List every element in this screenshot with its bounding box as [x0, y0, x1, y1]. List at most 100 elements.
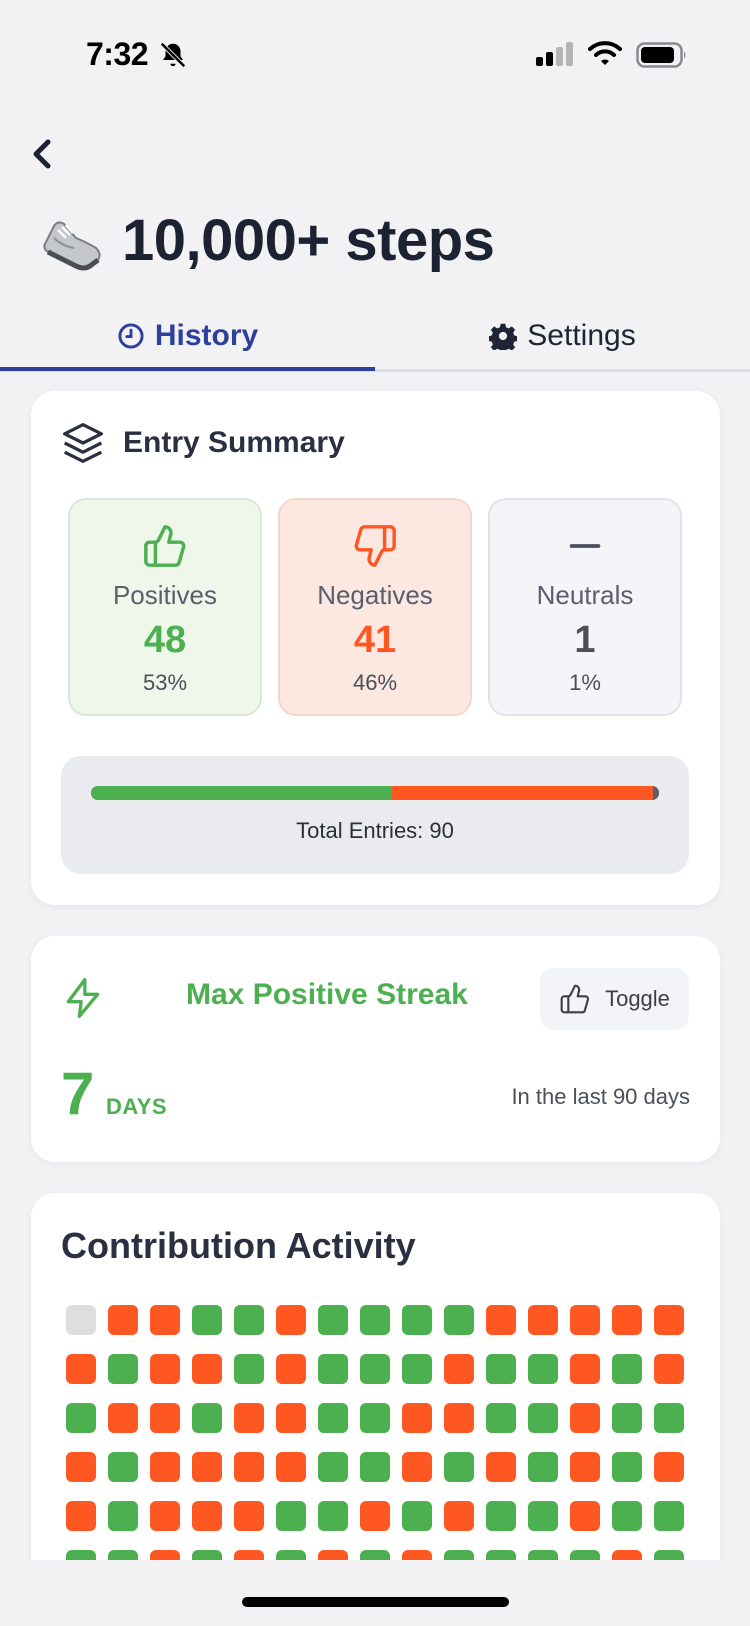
contribution-cell-negative[interactable] [444, 1403, 474, 1433]
contribution-cell-negative[interactable] [486, 1305, 516, 1335]
contribution-cell-negative[interactable] [654, 1452, 684, 1482]
lightning-icon [66, 978, 100, 1018]
contribution-cell-negative[interactable] [360, 1501, 390, 1531]
contribution-cell-positive[interactable] [654, 1403, 684, 1433]
contribution-cell-negative[interactable] [654, 1305, 684, 1335]
contribution-cell-positive[interactable] [612, 1403, 642, 1433]
contribution-cell-positive[interactable] [402, 1354, 432, 1384]
contribution-cell-positive[interactable] [234, 1354, 264, 1384]
contribution-cell-positive[interactable] [192, 1305, 222, 1335]
contribution-cell-negative[interactable] [66, 1354, 96, 1384]
clock-icon [118, 323, 144, 349]
contribution-cell-positive[interactable] [444, 1452, 474, 1482]
negatives-label: Negatives [317, 580, 433, 610]
contribution-cell-negative[interactable] [570, 1305, 600, 1335]
thumbs-down-icon [354, 525, 396, 567]
contribution-cell-negative[interactable] [402, 1403, 432, 1433]
layers-icon [63, 423, 103, 463]
contribution-cell-negative[interactable] [108, 1403, 138, 1433]
contribution-cell-negative[interactable] [276, 1452, 306, 1482]
entry-summary-header: Entry Summary [61, 421, 345, 465]
contribution-cell-positive[interactable] [528, 1403, 558, 1433]
contribution-cell-positive[interactable] [528, 1501, 558, 1531]
contribution-cell-positive[interactable] [402, 1501, 432, 1531]
status-time: 7:32 [86, 36, 149, 72]
progress-positive-segment [91, 786, 393, 800]
contribution-cell-positive[interactable] [486, 1403, 516, 1433]
tab-bar: History Settings [0, 300, 750, 372]
contribution-cell-negative[interactable] [192, 1354, 222, 1384]
contribution-cell-positive[interactable] [66, 1403, 96, 1433]
contribution-cell-positive[interactable] [612, 1452, 642, 1482]
active-tab-indicator [0, 367, 375, 371]
contribution-cell-positive[interactable] [318, 1305, 348, 1335]
contribution-cell-negative[interactable] [570, 1354, 600, 1384]
negatives-stat: Negatives 41 46% [278, 498, 472, 716]
contribution-cell-positive[interactable] [360, 1403, 390, 1433]
contribution-card: Contribution Activity [31, 1193, 720, 1593]
contribution-cell-negative[interactable] [192, 1501, 222, 1531]
thumbs-up-icon [560, 984, 590, 1014]
contribution-cell-positive[interactable] [402, 1305, 432, 1335]
contribution-cell-positive[interactable] [612, 1501, 642, 1531]
contribution-cell-positive[interactable] [318, 1403, 348, 1433]
contribution-cell-positive[interactable] [108, 1354, 138, 1384]
neutrals-stat: Neutrals 1 1% [488, 498, 682, 716]
contribution-cell-negative[interactable] [402, 1452, 432, 1482]
contribution-cell-negative[interactable] [276, 1305, 306, 1335]
streak-title: Max Positive Streak [186, 978, 468, 1011]
progress-neutral-segment [653, 786, 659, 800]
tab-history[interactable]: History [0, 300, 375, 372]
contribution-cell-positive[interactable] [318, 1501, 348, 1531]
contribution-cell-empty[interactable] [66, 1305, 96, 1335]
contribution-cell-negative[interactable] [276, 1403, 306, 1433]
contribution-cell-negative[interactable] [486, 1452, 516, 1482]
contribution-cell-positive[interactable] [192, 1403, 222, 1433]
contribution-cell-positive[interactable] [360, 1354, 390, 1384]
total-entries-label: Total Entries: 90 [296, 818, 454, 843]
tab-settings[interactable]: Settings [375, 300, 750, 372]
contribution-cell-negative[interactable] [150, 1501, 180, 1531]
contribution-cell-negative[interactable] [150, 1354, 180, 1384]
contribution-cell-negative[interactable] [234, 1403, 264, 1433]
contribution-cell-positive[interactable] [444, 1305, 474, 1335]
contribution-cell-positive[interactable] [318, 1452, 348, 1482]
contribution-cell-negative[interactable] [234, 1452, 264, 1482]
contribution-cell-positive[interactable] [528, 1452, 558, 1482]
contribution-cell-positive[interactable] [612, 1354, 642, 1384]
contribution-cell-positive[interactable] [654, 1501, 684, 1531]
contribution-cell-positive[interactable] [108, 1452, 138, 1482]
contribution-cell-negative[interactable] [234, 1501, 264, 1531]
home-indicator[interactable] [242, 1597, 509, 1607]
contribution-cell-negative[interactable] [570, 1501, 600, 1531]
contribution-cell-positive[interactable] [360, 1452, 390, 1482]
contribution-grid [66, 1305, 686, 1580]
contribution-cell-negative[interactable] [570, 1452, 600, 1482]
contribution-cell-positive[interactable] [234, 1305, 264, 1335]
contribution-cell-negative[interactable] [570, 1403, 600, 1433]
contribution-cell-positive[interactable] [528, 1354, 558, 1384]
entry-summary-card: Entry Summary Positives 48 53% Negatives… [31, 391, 720, 905]
contribution-cell-negative[interactable] [276, 1354, 306, 1384]
contribution-cell-negative[interactable] [444, 1354, 474, 1384]
toggle-button[interactable]: Toggle [540, 968, 689, 1030]
contribution-cell-negative[interactable] [192, 1452, 222, 1482]
contribution-cell-positive[interactable] [276, 1501, 306, 1531]
contribution-cell-negative[interactable] [108, 1305, 138, 1335]
contribution-cell-negative[interactable] [612, 1305, 642, 1335]
contribution-cell-negative[interactable] [150, 1403, 180, 1433]
contribution-cell-positive[interactable] [318, 1354, 348, 1384]
contribution-cell-negative[interactable] [444, 1501, 474, 1531]
contribution-cell-negative[interactable] [66, 1452, 96, 1482]
contribution-cell-positive[interactable] [486, 1354, 516, 1384]
contribution-cell-negative[interactable] [66, 1501, 96, 1531]
back-chevron-icon[interactable] [26, 136, 62, 172]
contribution-cell-positive[interactable] [486, 1501, 516, 1531]
contribution-cell-negative[interactable] [150, 1305, 180, 1335]
gear-icon [489, 323, 518, 350]
contribution-cell-negative[interactable] [528, 1305, 558, 1335]
contribution-cell-positive[interactable] [360, 1305, 390, 1335]
contribution-cell-negative[interactable] [654, 1354, 684, 1384]
contribution-cell-positive[interactable] [108, 1501, 138, 1531]
contribution-cell-negative[interactable] [150, 1452, 180, 1482]
